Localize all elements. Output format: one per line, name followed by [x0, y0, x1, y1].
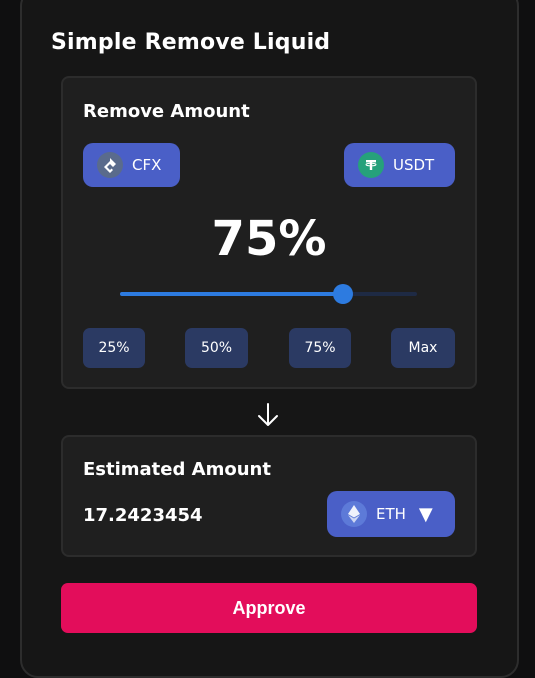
output-token-select[interactable]: ETH ▼: [327, 491, 455, 537]
page-title: Simple Remove Liquid: [51, 30, 331, 55]
estimated-amount-value: 17.2423454: [83, 505, 203, 526]
preset-max-button[interactable]: Max: [391, 328, 455, 368]
remove-percent-display: 75%: [211, 211, 327, 267]
chevron-down-icon: ▼: [418, 503, 433, 525]
cfx-icon: [97, 152, 123, 178]
preset-75-button[interactable]: 75%: [289, 328, 351, 368]
slider-fill: [120, 292, 343, 296]
output-token-symbol: ETH: [376, 505, 406, 523]
eth-icon: [341, 501, 367, 527]
usdt-icon: [358, 152, 384, 178]
remove-amount-card: Remove Amount CFX USDT 75% 25% 50% 75% M…: [61, 76, 477, 389]
preset-25-button[interactable]: 25%: [83, 328, 145, 368]
preset-50-button[interactable]: 50%: [185, 328, 248, 368]
token-a-button[interactable]: CFX: [83, 143, 180, 187]
arrow-down-icon: [258, 403, 278, 426]
remove-percent-slider[interactable]: [120, 284, 417, 304]
approve-button[interactable]: Approve: [61, 583, 477, 633]
estimated-amount-heading: Estimated Amount: [83, 459, 271, 480]
token-a-symbol: CFX: [132, 156, 162, 174]
token-b-button[interactable]: USDT: [344, 143, 455, 187]
slider-thumb[interactable]: [332, 284, 353, 304]
estimated-amount-card: Estimated Amount 17.2423454 ETH ▼: [61, 435, 477, 557]
token-b-symbol: USDT: [393, 156, 435, 174]
remove-amount-heading: Remove Amount: [83, 101, 250, 122]
